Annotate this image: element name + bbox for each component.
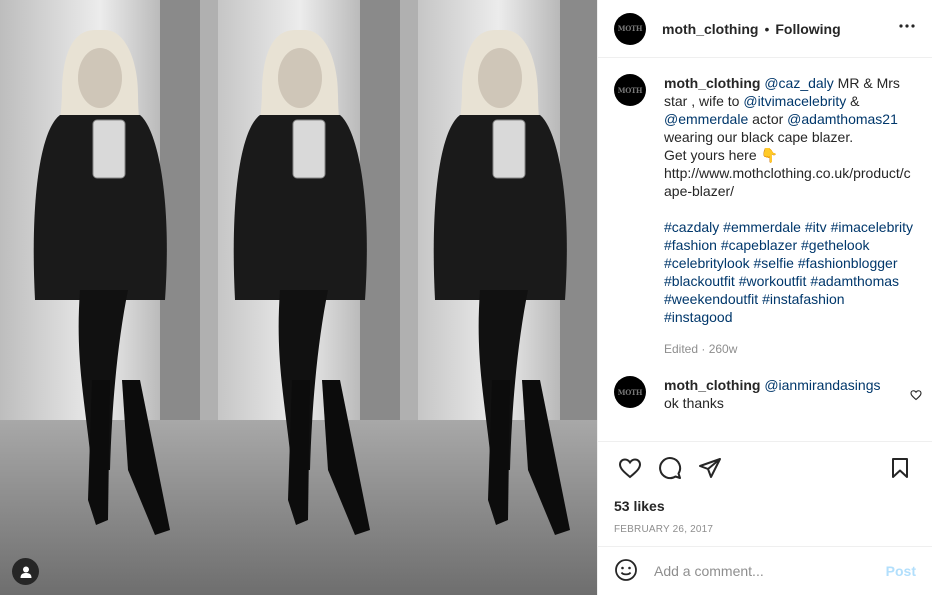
photo-panel-right	[400, 0, 597, 595]
post-sidebar: MOTH moth_clothing • Following MOTH moth…	[597, 0, 932, 595]
comment-item: MOTH moth_clothing @ianmirandasings ok t…	[614, 376, 922, 412]
caption-body: moth_clothing @caz_daly MR & Mrs star , …	[664, 74, 916, 358]
hashtag-link[interactable]: #cazdaly	[664, 219, 719, 235]
hashtag-link[interactable]: #adamthomas	[810, 273, 899, 289]
comments-list[interactable]: MOTH moth_clothing @caz_daly MR & Mrs st…	[598, 58, 932, 442]
avatar-logo-text: MOTH	[617, 85, 643, 95]
comment-icon[interactable]	[650, 448, 690, 488]
comment-body: moth_clothing @ianmirandasings ok thanks	[664, 376, 896, 412]
caption-mention[interactable]: @adamthomas21	[787, 111, 898, 127]
hashtag-link[interactable]: #fashion	[664, 237, 717, 253]
hashtag-link[interactable]: #blackoutfit	[664, 273, 735, 289]
hashtag-link[interactable]: #imacelebrity	[831, 219, 913, 235]
caption-text-segment: actor	[748, 111, 788, 127]
caption-username[interactable]: moth_clothing	[664, 75, 760, 91]
hashtag-link[interactable]: #fashionblogger	[798, 255, 898, 271]
hashtag-link[interactable]: #workoutfit	[739, 273, 807, 289]
caption-cta: Get yours here 👇	[664, 147, 778, 163]
bookmark-icon[interactable]	[880, 448, 920, 488]
hashtag-link[interactable]: #selfie	[754, 255, 794, 271]
hashtag-link[interactable]: #instafashion	[762, 291, 845, 307]
caption-text-segment: wearing our black cape blazer.	[664, 129, 854, 145]
separator-dot: •	[764, 20, 770, 37]
comment-input[interactable]	[654, 563, 886, 579]
post-container: MOTH moth_clothing • Following MOTH moth…	[0, 0, 932, 595]
avatar-logo-text: MOTH	[617, 24, 643, 33]
share-icon[interactable]	[690, 448, 730, 488]
add-comment-bar: Post	[598, 546, 932, 595]
caption-mention[interactable]: @itvimacelebrity	[743, 93, 846, 109]
hashtag-link[interactable]: #capeblazer	[721, 237, 797, 253]
caption-meta: Edited · 260w	[664, 342, 738, 356]
caption-text-segment: &	[846, 93, 860, 109]
caption-mention[interactable]: @caz_daly	[764, 75, 833, 91]
avatar[interactable]: MOTH	[614, 74, 646, 106]
hashtag-link[interactable]: #weekendoutfit	[664, 291, 758, 307]
like-count[interactable]: 53 likes	[598, 494, 932, 518]
post-date[interactable]: FEBRUARY 26, 2017	[598, 518, 932, 546]
caption-hashtags: #cazdaly #emmerdale #itv #imacelebrity #…	[664, 218, 916, 326]
smiley-icon[interactable]	[614, 558, 638, 585]
caption-url: http://www.mothclothing.co.uk/product/ca…	[664, 165, 911, 199]
post-photo[interactable]	[0, 0, 597, 595]
comment-username[interactable]: moth_clothing	[664, 377, 760, 393]
caption: MOTH moth_clothing @caz_daly MR & Mrs st…	[614, 74, 916, 358]
action-bar	[598, 442, 932, 494]
comment-like-icon[interactable]	[910, 388, 922, 404]
hashtag-link[interactable]: #itv	[805, 219, 827, 235]
avatar-logo-text: MOTH	[617, 387, 643, 397]
post-header: MOTH moth_clothing • Following	[598, 0, 932, 58]
photo-panel-left	[0, 0, 200, 595]
avatar[interactable]: MOTH	[614, 376, 646, 408]
ellipsis-icon[interactable]	[898, 17, 916, 40]
heart-icon[interactable]	[610, 448, 650, 488]
photo-panel-center	[200, 0, 400, 595]
header-username[interactable]: moth_clothing	[662, 21, 758, 37]
comment-mention[interactable]: @ianmirandasings	[764, 377, 880, 393]
post-button[interactable]: Post	[886, 563, 916, 579]
hashtag-link[interactable]: #gethelook	[801, 237, 870, 253]
following-button[interactable]: Following	[775, 21, 840, 37]
hashtag-link[interactable]: #instagood	[664, 309, 733, 325]
avatar[interactable]: MOTH	[614, 12, 646, 45]
hashtag-link[interactable]: #celebritylook	[664, 255, 750, 271]
user-tag-icon[interactable]	[12, 558, 39, 585]
caption-mention[interactable]: @emmerdale	[664, 111, 748, 127]
comment-text: ok thanks	[664, 395, 724, 411]
hashtag-link[interactable]: #emmerdale	[723, 219, 801, 235]
